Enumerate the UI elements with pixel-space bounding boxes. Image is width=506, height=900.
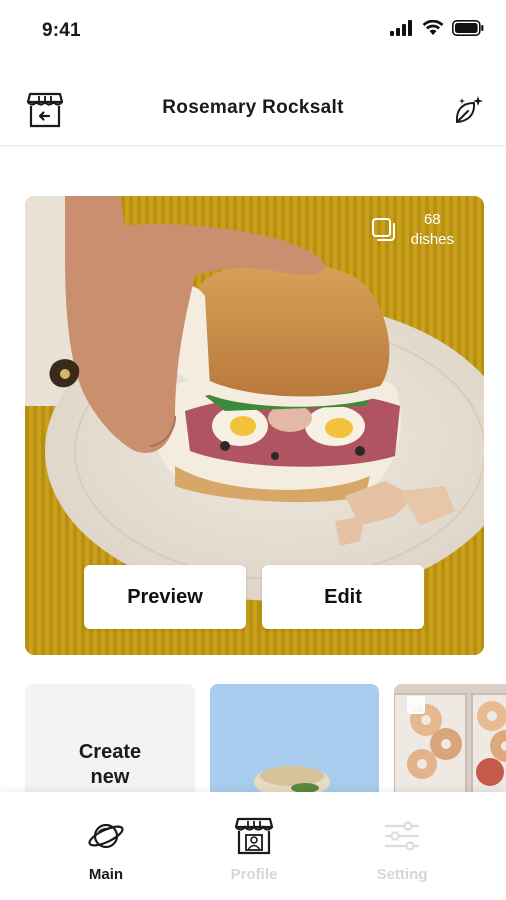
nav-item-profile[interactable]: Profile <box>194 792 314 900</box>
bagel-photo <box>210 684 379 794</box>
stack-icon <box>371 218 395 241</box>
create-new-card[interactable]: Create new <box>25 684 195 794</box>
create-new-line2: new <box>90 766 130 788</box>
nav-item-main[interactable]: Main <box>46 792 166 900</box>
leaf-sparkle-button[interactable] <box>452 94 484 126</box>
status-icons <box>390 20 484 36</box>
status-time: 9:41 <box>42 20 81 41</box>
page-title: Rosemary Rocksalt <box>162 97 344 118</box>
dish-count: 68 dishes <box>371 210 454 250</box>
dish-count-number: 68 <box>423 211 441 228</box>
wifi-icon <box>422 20 444 35</box>
nav-label-setting: Setting <box>376 866 428 883</box>
nav-label-main: Main <box>88 866 124 883</box>
bottom-nav: Main Profile Setting <box>0 792 506 900</box>
signal-icon <box>390 20 412 36</box>
nav-item-setting[interactable]: Setting <box>342 792 462 900</box>
leaf-sparkle-icon <box>455 96 483 123</box>
dish-thumbnail-bagels[interactable] <box>394 684 506 794</box>
sliders-icon <box>384 821 420 851</box>
status-bar: 9:41 <box>0 0 506 62</box>
dish-count-label: dishes <box>410 231 454 248</box>
dish-thumbnails: Create new <box>25 684 506 794</box>
edit-button[interactable]: Edit <box>262 565 424 629</box>
create-new-line1: Create <box>78 741 142 763</box>
preview-button[interactable]: Preview <box>84 565 246 629</box>
battery-icon <box>452 20 484 36</box>
store-profile-icon <box>234 817 274 855</box>
select-checkbox[interactable] <box>407 696 425 714</box>
hero-dish-card[interactable]: 68 dishes Preview Edit <box>25 196 484 655</box>
dish-thumbnail-bagel[interactable] <box>210 684 379 794</box>
app-header: Rosemary Rocksalt <box>0 76 506 146</box>
planet-icon <box>88 823 124 849</box>
nav-label-profile: Profile <box>230 866 278 883</box>
